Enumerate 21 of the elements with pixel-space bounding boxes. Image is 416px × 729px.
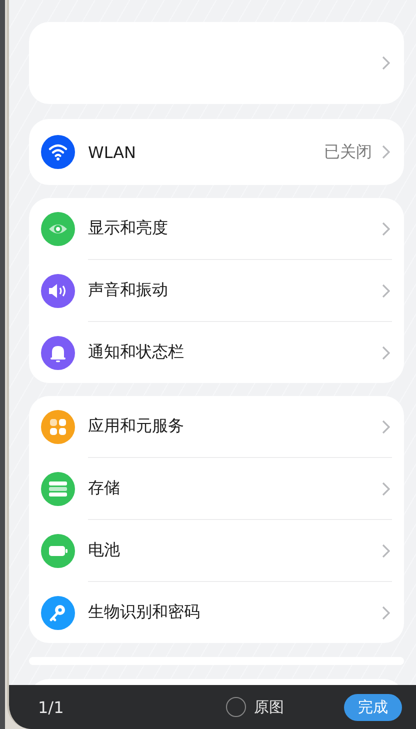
setting-label[interactable]: 生物识别和密码 — [88, 602, 200, 623]
chevron-icon[interactable] — [382, 145, 390, 159]
chevron-icon[interactable] — [382, 606, 390, 620]
setting-label[interactable]: 应用和元服务 — [88, 416, 184, 437]
setting-label[interactable]: 电池 — [88, 540, 120, 561]
chevron-icon[interactable] — [382, 222, 390, 236]
chevron-icon[interactable] — [382, 482, 390, 496]
original-option-label[interactable]: 原图 — [254, 698, 284, 716]
setting-label[interactable]: WLAN — [88, 142, 136, 162]
chevron-icon[interactable] — [382, 56, 390, 70]
radio-button[interactable] — [226, 697, 246, 717]
setting-status: 已关闭 — [324, 142, 372, 162]
setting-label[interactable]: 显示和亮度 — [88, 218, 168, 239]
chevron-icon[interactable] — [382, 544, 390, 558]
setting-label[interactable]: 通知和状态栏 — [88, 342, 184, 363]
chevron-icon[interactable] — [382, 346, 390, 360]
chevron-icon[interactable] — [382, 284, 390, 298]
setting-label[interactable]: 声音和振动 — [88, 280, 168, 301]
page-counter: 1/1 — [38, 698, 64, 716]
chevron-icon[interactable] — [382, 420, 390, 434]
setting-label[interactable]: 存储 — [88, 478, 120, 499]
